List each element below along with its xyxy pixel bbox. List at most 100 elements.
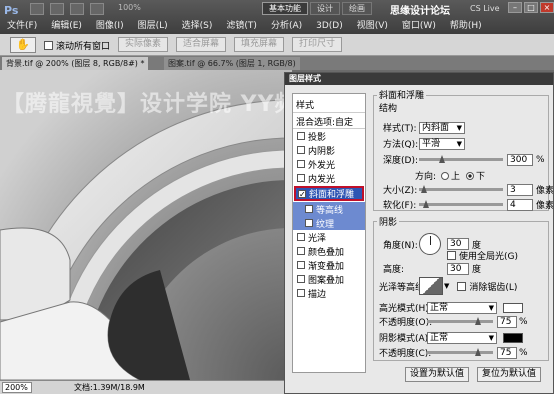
style-outer-glow[interactable]: 外发光 <box>293 157 365 171</box>
zoom-level-top[interactable]: 100% <box>118 3 141 12</box>
checkbox[interactable] <box>305 219 313 227</box>
menu-help[interactable]: 帮助(H) <box>443 18 489 34</box>
fill-screen-button[interactable]: 填充屏幕 <box>234 37 285 52</box>
menu-file[interactable]: 文件(F) <box>0 18 44 34</box>
hand-small-icon[interactable] <box>90 3 104 15</box>
status-zoom-field[interactable]: 200% <box>2 382 32 393</box>
menu-3d[interactable]: 3D(D) <box>309 18 350 34</box>
menu-filter[interactable]: 滤镜(T) <box>219 18 264 34</box>
checkbox[interactable] <box>297 160 305 168</box>
scroll-all-windows[interactable]: 滚动所有窗口 <box>44 39 110 52</box>
style-satin[interactable]: 光泽 <box>293 230 365 244</box>
soften-label: 软化(F): <box>383 201 417 211</box>
depth-input[interactable]: 300 <box>507 153 533 166</box>
angle-dial[interactable] <box>419 233 441 255</box>
style-pattern-overlay[interactable]: 图案叠加 <box>293 272 365 286</box>
depth-slider[interactable] <box>419 155 503 163</box>
soften-knob[interactable] <box>423 200 429 208</box>
blend-options[interactable]: 混合选项:自定 <box>293 113 365 129</box>
size-input[interactable]: 3 <box>507 183 533 196</box>
highlight-mode-select[interactable]: 正常 ▼ <box>427 301 497 314</box>
menu-view[interactable]: 视图(V) <box>350 18 395 34</box>
shadow-opacity-input[interactable]: 75 <box>497 346 517 359</box>
style-bevel-emboss[interactable]: ✓ 斜面和浮雕 <box>294 186 364 201</box>
select-value: 内斜面 <box>422 122 450 133</box>
highlight-color-swatch[interactable] <box>503 302 523 313</box>
highlight-opacity-slider[interactable] <box>427 317 493 325</box>
style-select[interactable]: 内斜面 ▼ <box>419 121 465 134</box>
menu-analysis[interactable]: 分析(A) <box>264 18 309 34</box>
checkbox[interactable] <box>297 146 305 154</box>
fit-screen-button[interactable]: 适合屏幕 <box>176 37 227 52</box>
tab-pattern[interactable]: 图案.tif @ 66.7% (图层 1, RGB/8) <box>164 57 300 70</box>
dialog-title: 图层样式 <box>285 73 553 85</box>
style-color-overlay[interactable]: 颜色叠加 <box>293 244 365 258</box>
style-inner-shadow[interactable]: 内阴影 <box>293 143 365 157</box>
style-stroke[interactable]: 描边 <box>293 286 365 300</box>
workspace-basic[interactable]: 基本功能 <box>262 2 308 15</box>
gloss-contour-picker[interactable] <box>419 277 443 295</box>
global-light-checkbox[interactable] <box>447 251 456 260</box>
anti-alias-checkbox[interactable] <box>457 281 467 291</box>
checkbox[interactable] <box>297 174 305 182</box>
style-drop-shadow[interactable]: 投影 <box>293 129 365 143</box>
shadow-opacity-slider[interactable] <box>427 348 493 356</box>
shadow-mode-select[interactable]: 正常 ▼ <box>427 331 497 344</box>
set-default-button[interactable]: 设置为默认值 <box>405 367 469 382</box>
actual-pixels-button[interactable]: 实际像素 <box>118 37 169 52</box>
shadow-color-swatch[interactable] <box>503 332 523 343</box>
checkbox[interactable] <box>297 247 305 255</box>
checkbox[interactable] <box>305 205 313 213</box>
checkbox[interactable] <box>297 233 305 241</box>
workspace-design[interactable]: 设计 <box>310 2 340 15</box>
style-texture[interactable]: 纹理 <box>293 216 365 230</box>
checkbox[interactable] <box>297 261 305 269</box>
grid-icon[interactable] <box>70 3 84 15</box>
menu-edit[interactable]: 编辑(E) <box>44 18 89 34</box>
checkbox[interactable] <box>297 275 305 283</box>
size-slider[interactable] <box>419 185 503 193</box>
minimize-button[interactable]: – <box>508 2 522 13</box>
direction-down-radio[interactable] <box>466 171 475 180</box>
menu-window[interactable]: 窗口(W) <box>395 18 443 34</box>
highlight-opacity-input[interactable]: 75 <box>497 315 517 328</box>
cs-live-button[interactable]: CS Live <box>470 4 500 13</box>
style-contour[interactable]: 等高线 <box>293 202 365 216</box>
chevron-down-icon[interactable]: ▼ <box>444 282 449 290</box>
select-value: 平滑 <box>422 138 441 149</box>
hand-tool-icon[interactable]: ✋ <box>10 37 36 53</box>
scroll-all-checkbox[interactable] <box>44 41 53 50</box>
menu-layer[interactable]: 图层(L) <box>131 18 175 34</box>
highlight-opacity-knob[interactable] <box>475 317 481 325</box>
tab-background[interactable]: 背景.tif @ 200% (图层 8, RGB/8#) * <box>2 57 149 70</box>
size-knob[interactable] <box>421 185 427 193</box>
checkbox-checked[interactable]: ✓ <box>298 189 306 198</box>
method-select[interactable]: 平滑 ▼ <box>419 137 465 150</box>
menu-select[interactable]: 选择(S) <box>175 18 220 34</box>
style-label: 外发光 <box>308 160 336 171</box>
soften-slider[interactable] <box>419 200 503 208</box>
checkbox[interactable] <box>297 132 305 140</box>
direction-up-radio[interactable] <box>441 171 449 180</box>
shadow-opacity-knob[interactable] <box>475 348 481 356</box>
reset-default-button[interactable]: 复位为默认值 <box>477 367 541 382</box>
menu-image[interactable]: 图像(I) <box>89 18 131 34</box>
size-label: 大小(Z): <box>383 186 418 196</box>
scroll-all-label: 滚动所有窗口 <box>56 42 111 52</box>
mini-bridge-icon[interactable] <box>50 3 64 15</box>
style-gradient-overlay[interactable]: 渐变叠加 <box>293 258 365 272</box>
depth-knob[interactable] <box>439 155 445 163</box>
style-inner-glow[interactable]: 内发光 <box>293 171 365 185</box>
depth-row: 深度(D): 300 % <box>383 153 545 166</box>
maximize-button[interactable]: □ <box>524 2 538 13</box>
altitude-input[interactable]: 30 <box>447 262 469 275</box>
styles-header[interactable]: 样式 <box>293 94 365 113</box>
document-canvas[interactable]: 【腾龍視覺】设计学院 YY频道ID：80101 <box>0 70 292 380</box>
global-light-row: 使用全局光(G) <box>447 249 518 262</box>
print-size-button[interactable]: 打印尺寸 <box>292 37 343 52</box>
close-button[interactable]: × <box>540 2 554 13</box>
workspace-paint[interactable]: 绘画 <box>342 2 372 15</box>
soften-input[interactable]: 4 <box>507 198 533 211</box>
bridge-icon[interactable] <box>30 3 44 15</box>
checkbox[interactable] <box>297 289 305 297</box>
